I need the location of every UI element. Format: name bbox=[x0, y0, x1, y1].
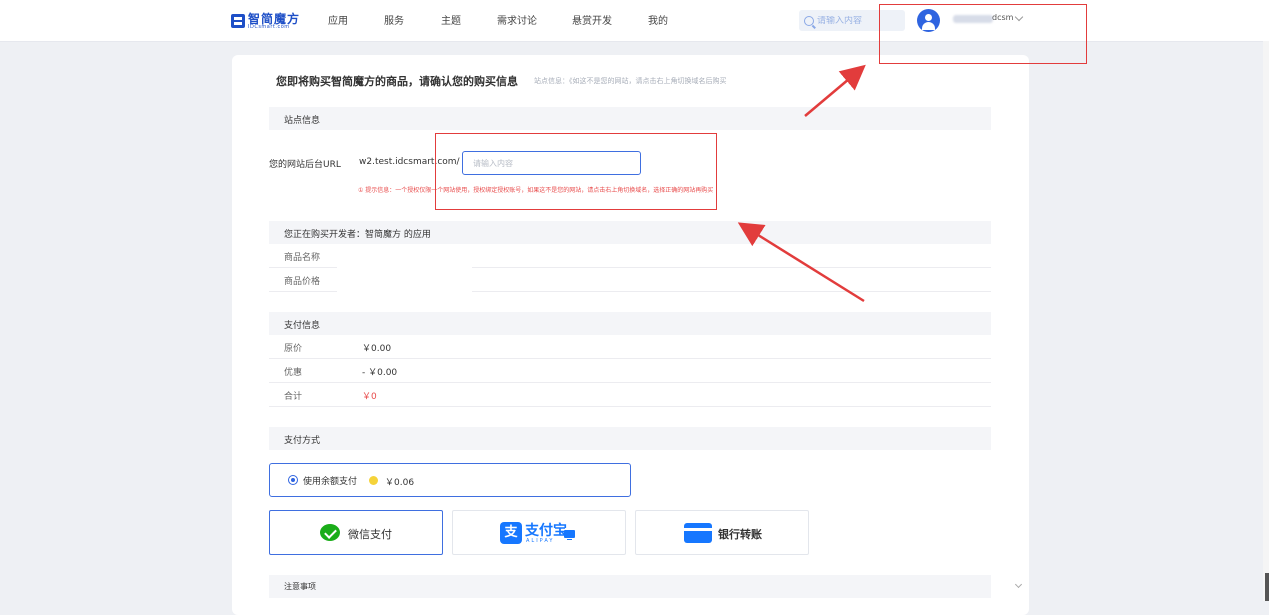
annotation-arrows bbox=[737, 64, 866, 303]
annotation-arrow-to-url bbox=[737, 222, 865, 303]
annotation-arrow-to-user bbox=[804, 64, 866, 117]
